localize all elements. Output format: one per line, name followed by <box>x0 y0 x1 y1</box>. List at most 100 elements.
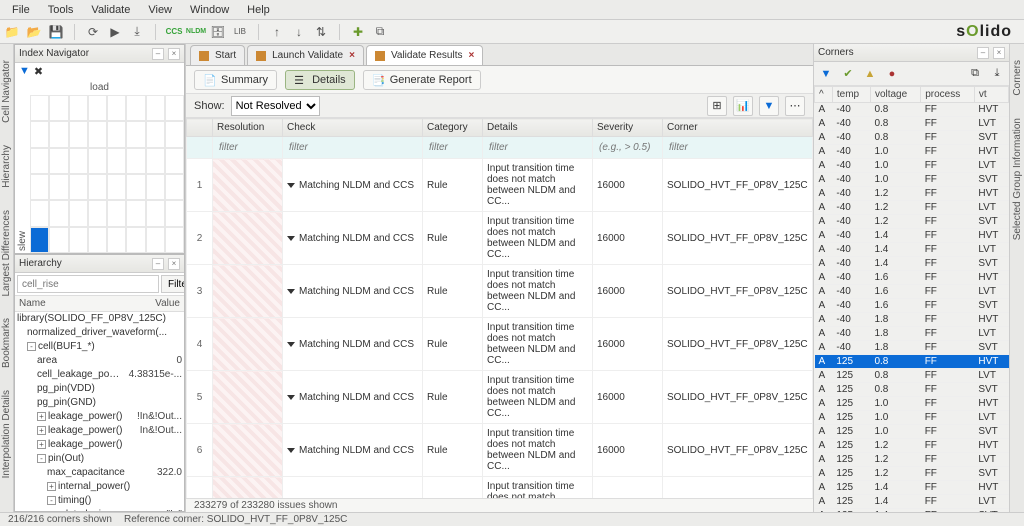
ccs-icon[interactable]: CCS <box>166 24 182 40</box>
minimize-icon[interactable]: – <box>152 48 164 60</box>
show-select[interactable]: Not Resolved <box>231 96 320 116</box>
corner-row[interactable]: A-401.4FFLVT <box>815 243 1009 257</box>
dropdown-icon[interactable] <box>287 236 295 241</box>
play-icon[interactable]: ▶ <box>107 24 123 40</box>
swap-icon[interactable]: ⇅ <box>313 24 329 40</box>
corner-row[interactable]: A1251.2FFLVT <box>815 453 1009 467</box>
filter-input[interactable] <box>217 141 278 154</box>
sidetab-hierarchy[interactable]: Hierarchy <box>1 139 12 194</box>
result-row[interactable]: 4Matching NLDM and CCSRuleInput transiti… <box>187 318 813 371</box>
corner-row[interactable]: A-400.8FFLVT <box>815 117 1009 131</box>
filter-input[interactable] <box>667 141 808 154</box>
corners-table[interactable]: ^tempvoltageprocessvt A-400.8FFHVTA-400.… <box>814 86 1009 512</box>
corner-row[interactable]: A1250.8FFLVT <box>815 369 1009 383</box>
db-icon[interactable]: 🗄 <box>210 24 226 40</box>
col-details[interactable]: Details <box>483 119 593 137</box>
tree-row[interactable]: max_capacitance322.0 <box>15 466 184 480</box>
result-row[interactable]: 3Matching NLDM and CCSRuleInput transiti… <box>187 265 813 318</box>
corner-row[interactable]: A1250.8FFHVT <box>815 355 1009 369</box>
tree-row[interactable]: +leakage_power()In&!Out... <box>15 424 184 438</box>
tree-row[interactable]: related_pin"In" <box>15 508 184 511</box>
corner-row[interactable]: A-400.8FFSVT <box>815 131 1009 145</box>
tree-row[interactable]: +leakage_power() <box>15 438 184 452</box>
corner-row[interactable]: A1251.4FFHVT <box>815 481 1009 495</box>
corner-row[interactable]: A-401.6FFHVT <box>815 271 1009 285</box>
result-row[interactable]: 5Matching NLDM and CCSRuleInput transiti… <box>187 371 813 424</box>
corner-row[interactable]: A-401.8FFSVT <box>815 341 1009 355</box>
sidetab-largest-differences[interactable]: Largest Differences <box>1 204 12 303</box>
dropdown-icon[interactable] <box>287 448 295 453</box>
summary-button[interactable]: 📄Summary <box>194 70 277 90</box>
minimize-icon[interactable]: – <box>152 258 164 270</box>
corner-row[interactable]: A-401.8FFHVT <box>815 313 1009 327</box>
corner-row[interactable]: A-401.0FFLVT <box>815 159 1009 173</box>
sidetab-bookmarks[interactable]: Bookmarks <box>1 312 12 374</box>
corner-col[interactable]: temp <box>832 87 870 103</box>
menu-file[interactable]: File <box>4 2 38 18</box>
circle-icon[interactable]: ● <box>884 66 900 82</box>
copy-icon[interactable]: ⧉ <box>372 24 388 40</box>
triangle-icon[interactable]: ▲ <box>862 66 878 82</box>
filter-icon[interactable]: ▼ <box>759 96 779 116</box>
clear-icon[interactable]: ✖ <box>34 65 43 78</box>
refresh-icon[interactable]: ⟳ <box>85 24 101 40</box>
folder-icon[interactable]: 📁 <box>4 24 20 40</box>
filter-input[interactable] <box>427 141 478 154</box>
corner-row[interactable]: A-401.4FFSVT <box>815 257 1009 271</box>
col-resolution[interactable]: Resolution <box>213 119 283 137</box>
filter-input[interactable] <box>597 141 658 154</box>
col-name[interactable]: Name <box>15 296 151 311</box>
menu-validate[interactable]: Validate <box>83 2 138 18</box>
tree-row[interactable]: +internal_power() <box>15 480 184 494</box>
corner-row[interactable]: A1250.8FFSVT <box>815 383 1009 397</box>
hierarchy-search-input[interactable] <box>17 275 159 293</box>
tree-row[interactable]: -pin(Out) <box>15 452 184 466</box>
corner-row[interactable]: A1251.2FFHVT <box>815 439 1009 453</box>
dropdown-icon[interactable] <box>287 342 295 347</box>
arrow-up-icon[interactable]: ↑ <box>269 24 285 40</box>
tree-row[interactable]: normalized_driver_waveform(... <box>15 326 184 340</box>
lib-icon[interactable]: LIB <box>232 24 248 40</box>
tree-row[interactable]: area0 <box>15 354 184 368</box>
menu-view[interactable]: View <box>140 2 180 18</box>
export-icon[interactable]: ⤓ <box>989 66 1005 82</box>
details-button[interactable]: ☰Details <box>285 70 355 90</box>
close-icon[interactable]: × <box>468 50 474 61</box>
corner-row[interactable]: A-401.2FFHVT <box>815 187 1009 201</box>
minimize-icon[interactable]: – <box>977 47 989 59</box>
menu-window[interactable]: Window <box>182 2 237 18</box>
corner-row[interactable]: A-401.2FFLVT <box>815 201 1009 215</box>
corner-row[interactable]: A1251.0FFHVT <box>815 397 1009 411</box>
plus-icon[interactable]: ✚ <box>350 24 366 40</box>
dropdown-icon[interactable] <box>287 395 295 400</box>
export-icon[interactable]: ⤓ <box>129 24 145 40</box>
expand-icon[interactable]: ⊞ <box>707 96 727 116</box>
sidetab-cell-navigator[interactable]: Cell Navigator <box>1 54 12 129</box>
result-row[interactable]: 7Matching NLDM and CCSRuleInput transiti… <box>187 477 813 499</box>
corner-row[interactable]: A1251.2FFSVT <box>815 467 1009 481</box>
col-num[interactable] <box>187 119 213 137</box>
col-value[interactable]: Value <box>151 296 184 311</box>
corner-row[interactable]: A-401.0FFHVT <box>815 145 1009 159</box>
menu-tools[interactable]: Tools <box>40 2 82 18</box>
tree-row[interactable]: pg_pin(GND) <box>15 396 184 410</box>
corner-row[interactable]: A-401.0FFSVT <box>815 173 1009 187</box>
hierarchy-tree[interactable]: library(SOLIDO_FF_0P8V_125C)normalized_d… <box>15 312 184 511</box>
funnel-icon[interactable]: ▼ <box>818 66 834 82</box>
dropdown-icon[interactable] <box>287 289 295 294</box>
arrow-down-icon[interactable]: ↓ <box>291 24 307 40</box>
index-navigator-grid[interactable] <box>30 95 184 253</box>
corner-col[interactable]: ^ <box>815 87 833 103</box>
options-icon[interactable]: ⋯ <box>785 96 805 116</box>
close-icon[interactable]: × <box>349 50 355 61</box>
tree-row[interactable]: cell_leakage_power4.38315e-... <box>15 368 184 382</box>
col-corner[interactable]: Corner <box>663 119 813 137</box>
corner-row[interactable]: A1251.4FFSVT <box>815 509 1009 513</box>
corner-col[interactable]: voltage <box>870 87 920 103</box>
corner-col[interactable]: vt <box>974 87 1008 103</box>
generate-report-button[interactable]: 📑Generate Report <box>363 70 481 90</box>
corner-row[interactable]: A1251.0FFSVT <box>815 425 1009 439</box>
close-icon[interactable]: × <box>168 48 180 60</box>
sidetab-selected-group-information[interactable]: Selected Group Information <box>1012 112 1023 246</box>
filter-button[interactable]: Filter <box>161 275 185 293</box>
